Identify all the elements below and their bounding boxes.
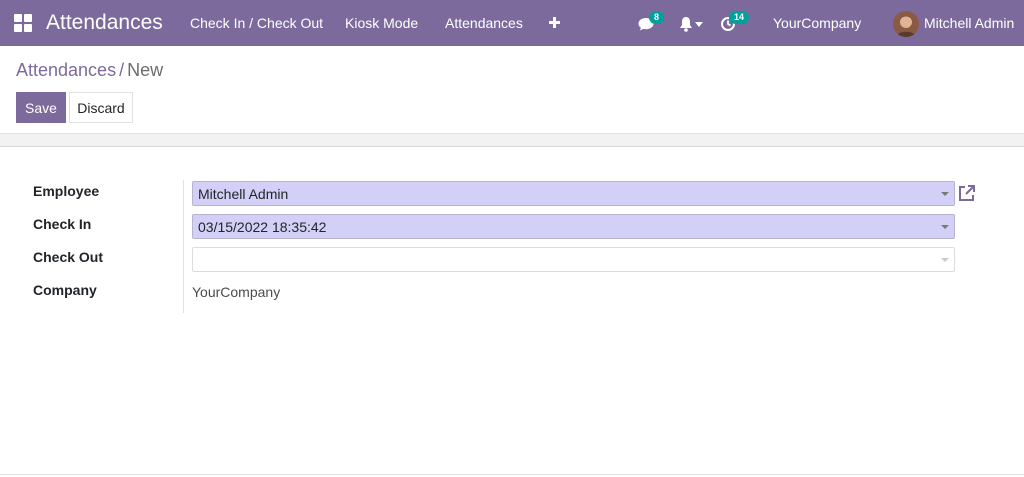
breadcrumb: Attendances / New [16, 60, 163, 81]
bell-icon [680, 17, 692, 32]
employee-label: Employee [33, 183, 100, 199]
dropdown-caret-icon[interactable] [941, 192, 949, 196]
employee-field[interactable]: Mitchell Admin [192, 181, 955, 206]
top-navbar: Attendances Check In / Check Out Kiosk M… [0, 0, 1024, 46]
plus-icon[interactable] [548, 14, 561, 31]
chevron-down-icon [695, 22, 703, 27]
save-button[interactable]: Save [16, 92, 66, 123]
check-in-field[interactable]: 03/15/2022 18:35:42 [192, 214, 955, 239]
dropdown-caret-icon[interactable] [941, 258, 949, 262]
bottom-divider [0, 474, 1024, 475]
form-divider [183, 180, 184, 313]
messages-count-badge: 8 [649, 11, 665, 24]
app-title[interactable]: Attendances [46, 11, 163, 35]
apps-grid-icon[interactable] [14, 14, 32, 32]
company-label: Company [33, 282, 97, 298]
notifications-menu[interactable] [679, 13, 705, 33]
user-menu[interactable]: Mitchell Admin [924, 15, 1014, 31]
sheet-header-band [0, 133, 1024, 147]
menu-attendances[interactable]: Attendances [445, 15, 523, 31]
activities-menu[interactable]: 14 [720, 11, 750, 33]
messages-menu[interactable]: 8 [637, 11, 665, 33]
activities-count-badge: 14 [729, 11, 750, 24]
discard-button[interactable]: Discard [69, 92, 133, 123]
check-out-label: Check Out [33, 249, 104, 265]
breadcrumb-current: New [127, 60, 164, 80]
dropdown-caret-icon[interactable] [941, 225, 949, 229]
menu-kiosk-mode[interactable]: Kiosk Mode [345, 15, 418, 31]
breadcrumb-separator: / [119, 60, 125, 80]
external-link-icon[interactable] [957, 184, 976, 203]
menu-check-in-check-out[interactable]: Check In / Check Out [190, 15, 323, 31]
check-in-label: Check In [33, 216, 92, 232]
company-value: YourCompany [192, 284, 281, 300]
check-in-value: 03/15/2022 18:35:42 [198, 219, 327, 235]
company-switcher[interactable]: YourCompany [773, 15, 861, 31]
employee-value: Mitchell Admin [198, 186, 289, 202]
breadcrumb-attendances[interactable]: Attendances [16, 60, 116, 80]
avatar[interactable] [893, 11, 919, 37]
check-out-field[interactable] [192, 247, 955, 272]
